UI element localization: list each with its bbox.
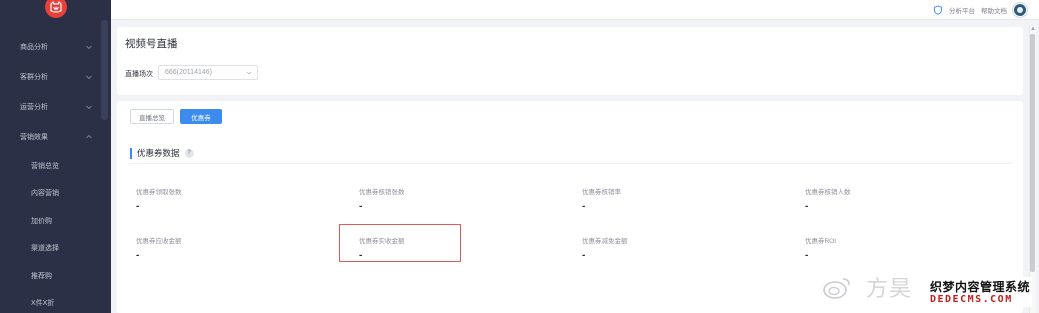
weibo-watermark-icon xyxy=(823,278,850,299)
metric-value: - xyxy=(359,201,363,212)
sidebar-item-label: 运营分析 xyxy=(20,104,48,111)
metric-receivable-amount: 优惠券应收金额 - xyxy=(136,235,336,261)
sidebar-subitem-label: 加价购 xyxy=(31,217,52,225)
sidebar-subitem-recommended-purchase[interactable]: 推荐购 xyxy=(0,262,111,290)
highlight-annotation-box xyxy=(339,224,461,262)
metric-label: 优惠券核销人数 xyxy=(805,189,851,196)
live-session-value: 666(20114146) xyxy=(165,69,212,76)
sidebar-subitem-label: 营销总览 xyxy=(31,162,59,170)
metric-label: 优惠券ROI xyxy=(805,238,837,245)
watermark-brand: 织梦内容管理系统 xyxy=(930,280,1031,294)
sidebar-subitem-marketing-overview[interactable]: 营销总览 xyxy=(0,152,111,180)
metric-label: 优惠券减免金额 xyxy=(582,238,628,245)
chevron-down-icon xyxy=(86,105,92,110)
metric-value: - xyxy=(805,201,809,212)
section-header: 优惠券数据 ? xyxy=(130,147,194,159)
section-title: 优惠券数据 xyxy=(137,148,180,158)
metric-redeeming-users: 优惠券核销人数 - xyxy=(805,186,1005,212)
tab-coupon[interactable]: 优惠券 xyxy=(180,109,222,124)
section-divider xyxy=(130,163,1012,164)
sidebar-subitem-label: 内容营销 xyxy=(31,190,59,198)
sidebar-menu: 商品分析 客群分析 运营分析 营销效果 营销总览 内容营销 加价购 渠道选择 推… xyxy=(0,32,111,313)
metric-label: 优惠券核销率 xyxy=(582,189,621,196)
metric-value: - xyxy=(136,250,140,261)
top-header: 分析平台 帮助文档 xyxy=(111,0,1039,20)
sidebar-scrollbar[interactable] xyxy=(101,20,108,120)
sidebar-subitem-label: X件X折 xyxy=(31,300,55,308)
metric-coupon-roi: 优惠券ROI - xyxy=(805,235,1005,261)
sidebar-item-customer-analysis[interactable]: 客群分析 xyxy=(0,62,111,92)
chevron-down-icon xyxy=(246,71,252,75)
metric-coupons-redeemed: 优惠券核销张数 - xyxy=(359,186,559,212)
metric-value: - xyxy=(582,201,586,212)
sidebar-item-operations-analysis[interactable]: 运营分析 xyxy=(0,92,111,122)
platform-link[interactable]: 分析平台 xyxy=(949,5,975,15)
metric-label: 优惠券核销张数 xyxy=(359,189,405,196)
sidebar-item-product-analysis[interactable]: 商品分析 xyxy=(0,32,111,62)
watermark-domain: DEDECMS.COM xyxy=(930,294,1013,305)
sidebar-subitem-x-items-x-discount[interactable]: X件X折 xyxy=(0,290,111,313)
sidebar: 商品分析 客群分析 运营分析 营销效果 营销总览 内容营销 加价购 渠道选择 推… xyxy=(0,0,111,313)
chevron-down-icon xyxy=(86,75,92,80)
logo-area xyxy=(0,0,111,22)
metric-coupons-claimed: 优惠券领取张数 - xyxy=(136,186,336,212)
live-session-select[interactable]: 666(20114146) xyxy=(158,65,258,80)
sidebar-item-label: 客群分析 xyxy=(20,74,48,81)
metric-value: - xyxy=(582,250,586,261)
sidebar-subitem-channel-selection[interactable]: 渠道选择 xyxy=(0,235,111,263)
metric-redemption-rate: 优惠券核销率 - xyxy=(582,186,782,212)
sidebar-item-marketing-effect[interactable]: 营销效果 xyxy=(0,122,111,152)
sidebar-item-label: 商品分析 xyxy=(20,44,48,51)
metric-discount-amount: 优惠券减免金额 - xyxy=(582,235,782,261)
metric-label: 优惠券应收金额 xyxy=(136,238,182,245)
section-accent-bar xyxy=(130,147,132,159)
chevron-down-icon xyxy=(86,45,92,50)
sidebar-subitem-content-marketing[interactable]: 内容营销 xyxy=(0,180,111,208)
chevron-up-icon xyxy=(86,134,92,139)
tmall-logo-icon[interactable] xyxy=(44,0,67,18)
help-docs-link[interactable]: 帮助文档 xyxy=(981,5,1007,15)
page-scrollbar-thumb[interactable] xyxy=(1030,34,1035,272)
metric-value: - xyxy=(805,250,809,261)
sidebar-subitem-label: 渠道选择 xyxy=(31,245,59,253)
sidebar-item-label: 营销效果 xyxy=(20,134,48,141)
sidebar-subitem-label: 推荐购 xyxy=(31,272,52,280)
metric-value: - xyxy=(136,201,140,212)
tab-live-overview[interactable]: 直播总览 xyxy=(130,109,174,124)
shield-icon xyxy=(934,5,942,15)
metric-label: 优惠券领取张数 xyxy=(136,189,182,196)
header-actions: 分析平台 帮助文档 xyxy=(933,3,1027,17)
sidebar-subitem-add-on-purchase[interactable]: 加价购 xyxy=(0,207,111,235)
page-header-card: 视频号直播 直播场次 666(20114146) xyxy=(117,27,1023,95)
page-title: 视频号直播 xyxy=(125,38,178,50)
scroll-up-arrow-icon[interactable]: ▲ xyxy=(1030,26,1036,32)
watermark-author: 方昊 xyxy=(866,276,913,301)
live-session-label: 直播场次 xyxy=(125,71,153,78)
avatar[interactable] xyxy=(1013,3,1027,17)
help-icon[interactable]: ? xyxy=(184,148,194,158)
